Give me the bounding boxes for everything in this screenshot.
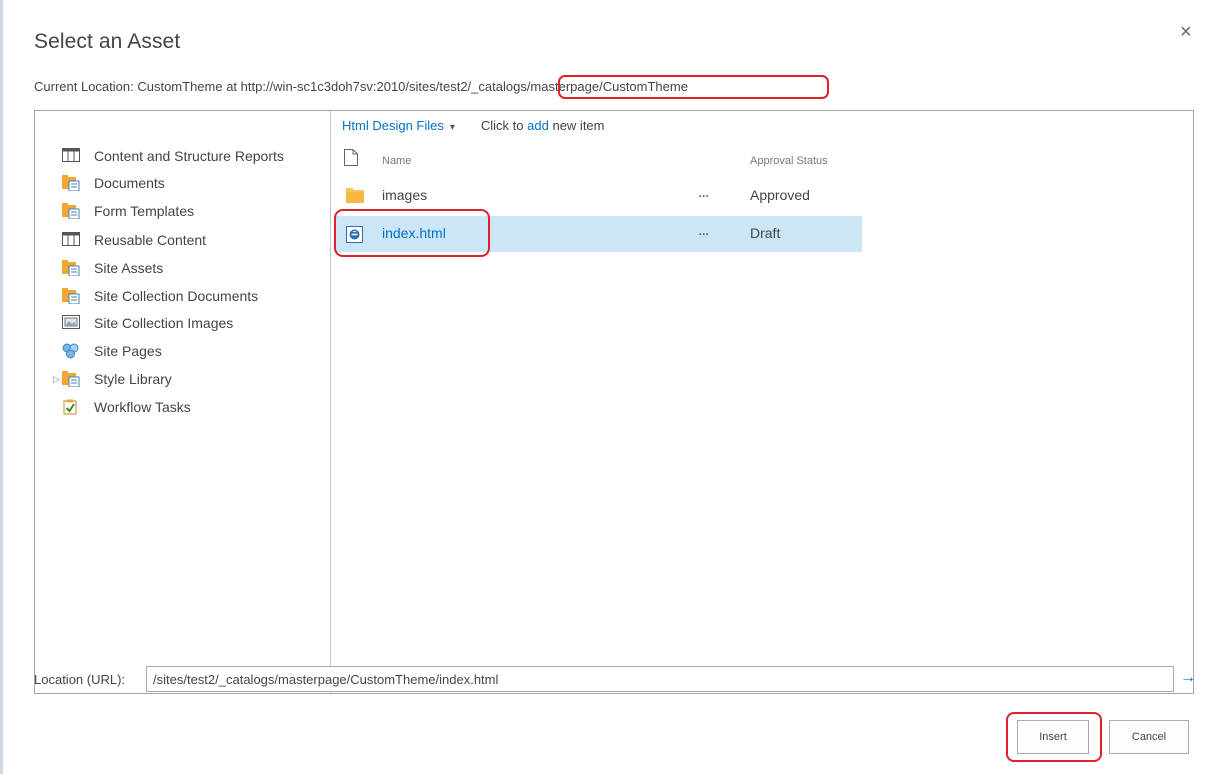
library-icon: [62, 203, 82, 220]
library-icon: [62, 288, 82, 305]
tree-item-style-library[interactable]: ▷ Style Library: [53, 369, 172, 389]
cancel-button[interactable]: Cancel: [1109, 720, 1189, 754]
column-header-approval-status[interactable]: Approval Status: [750, 155, 828, 167]
list-icon: [62, 148, 82, 164]
image-library-icon: [62, 315, 82, 331]
item-approval-status: Approved: [750, 187, 810, 203]
tree-item-label: Site Assets: [94, 260, 164, 276]
folder-icon: [346, 188, 364, 208]
tree-item-workflow-tasks[interactable]: Workflow Tasks: [62, 397, 191, 417]
tree-item-label: Site Pages: [94, 343, 162, 359]
location-url-input[interactable]: [146, 666, 1174, 692]
dialog-title: Select an Asset: [34, 30, 181, 53]
tasks-icon: [62, 399, 82, 415]
add-item-suffix: new item: [552, 118, 605, 133]
location-url-label: Location (URL):: [34, 672, 126, 687]
document-type-icon: [344, 149, 358, 171]
tree-item-site-collection-documents[interactable]: Site Collection Documents: [62, 286, 258, 306]
tree-item-label: Reusable Content: [94, 232, 207, 248]
current-location-path: _catalogs/masterpage/CustomTheme: [471, 79, 688, 94]
tree-item-site-pages[interactable]: Site Pages: [62, 341, 162, 361]
close-icon[interactable]: ×: [1180, 22, 1192, 42]
go-arrow-icon[interactable]: →: [1180, 669, 1196, 687]
tree-item-content-structure-reports[interactable]: Content and Structure Reports: [62, 146, 284, 166]
column-header-name[interactable]: Name: [382, 155, 411, 167]
add-item-prefix: Click to: [480, 118, 524, 133]
item-menu-button[interactable]: ...: [698, 184, 709, 202]
view-selector[interactable]: Html Design Files: [342, 118, 444, 133]
current-location: Current Location: CustomTheme at http://…: [34, 79, 688, 94]
tree-item-label: Content and Structure Reports: [94, 148, 284, 164]
list-item[interactable]: index.html ... Draft: [334, 216, 862, 252]
insert-button[interactable]: Insert: [1017, 720, 1089, 754]
tree-item-label: Site Collection Documents: [94, 288, 259, 304]
view-toolbar: Html Design Files ▾ Click to add new item: [342, 118, 605, 133]
tree-item-form-templates[interactable]: Form Templates: [62, 201, 194, 221]
library-icon: [62, 260, 82, 277]
item-approval-status: Draft: [750, 225, 781, 241]
item-menu-button[interactable]: ...: [698, 222, 709, 240]
library-icon: [62, 371, 82, 388]
add-new-item-link[interactable]: add: [527, 118, 549, 133]
tree-item-site-collection-images[interactable]: Site Collection Images: [62, 313, 233, 333]
item-name[interactable]: images: [382, 187, 427, 203]
tree-item-label: Site Collection Images: [94, 315, 234, 331]
item-name[interactable]: index.html: [382, 225, 446, 241]
tree-item-documents[interactable]: Documents: [62, 173, 165, 193]
chevron-down-icon[interactable]: ▾: [450, 122, 455, 133]
list-icon: [62, 232, 82, 248]
tree-item-site-assets[interactable]: Site Assets: [62, 258, 163, 278]
tree-item-label: Form Templates: [94, 203, 195, 219]
tree-item-label: Documents: [94, 175, 165, 191]
list-item[interactable]: images ... Approved: [334, 178, 862, 214]
library-icon: [62, 175, 82, 192]
tree-item-label: Workflow Tasks: [94, 399, 191, 415]
site-pages-icon: [62, 343, 82, 359]
html-file-icon: [346, 226, 363, 248]
expand-icon[interactable]: ▷: [53, 374, 60, 385]
tree-item-label: Style Library: [94, 371, 172, 387]
panel-divider: [330, 111, 331, 693]
tree-item-reusable-content[interactable]: Reusable Content: [62, 230, 206, 250]
current-location-prefix: Current Location: CustomTheme at http://…: [34, 79, 472, 94]
left-accent-bar: [0, 0, 3, 774]
